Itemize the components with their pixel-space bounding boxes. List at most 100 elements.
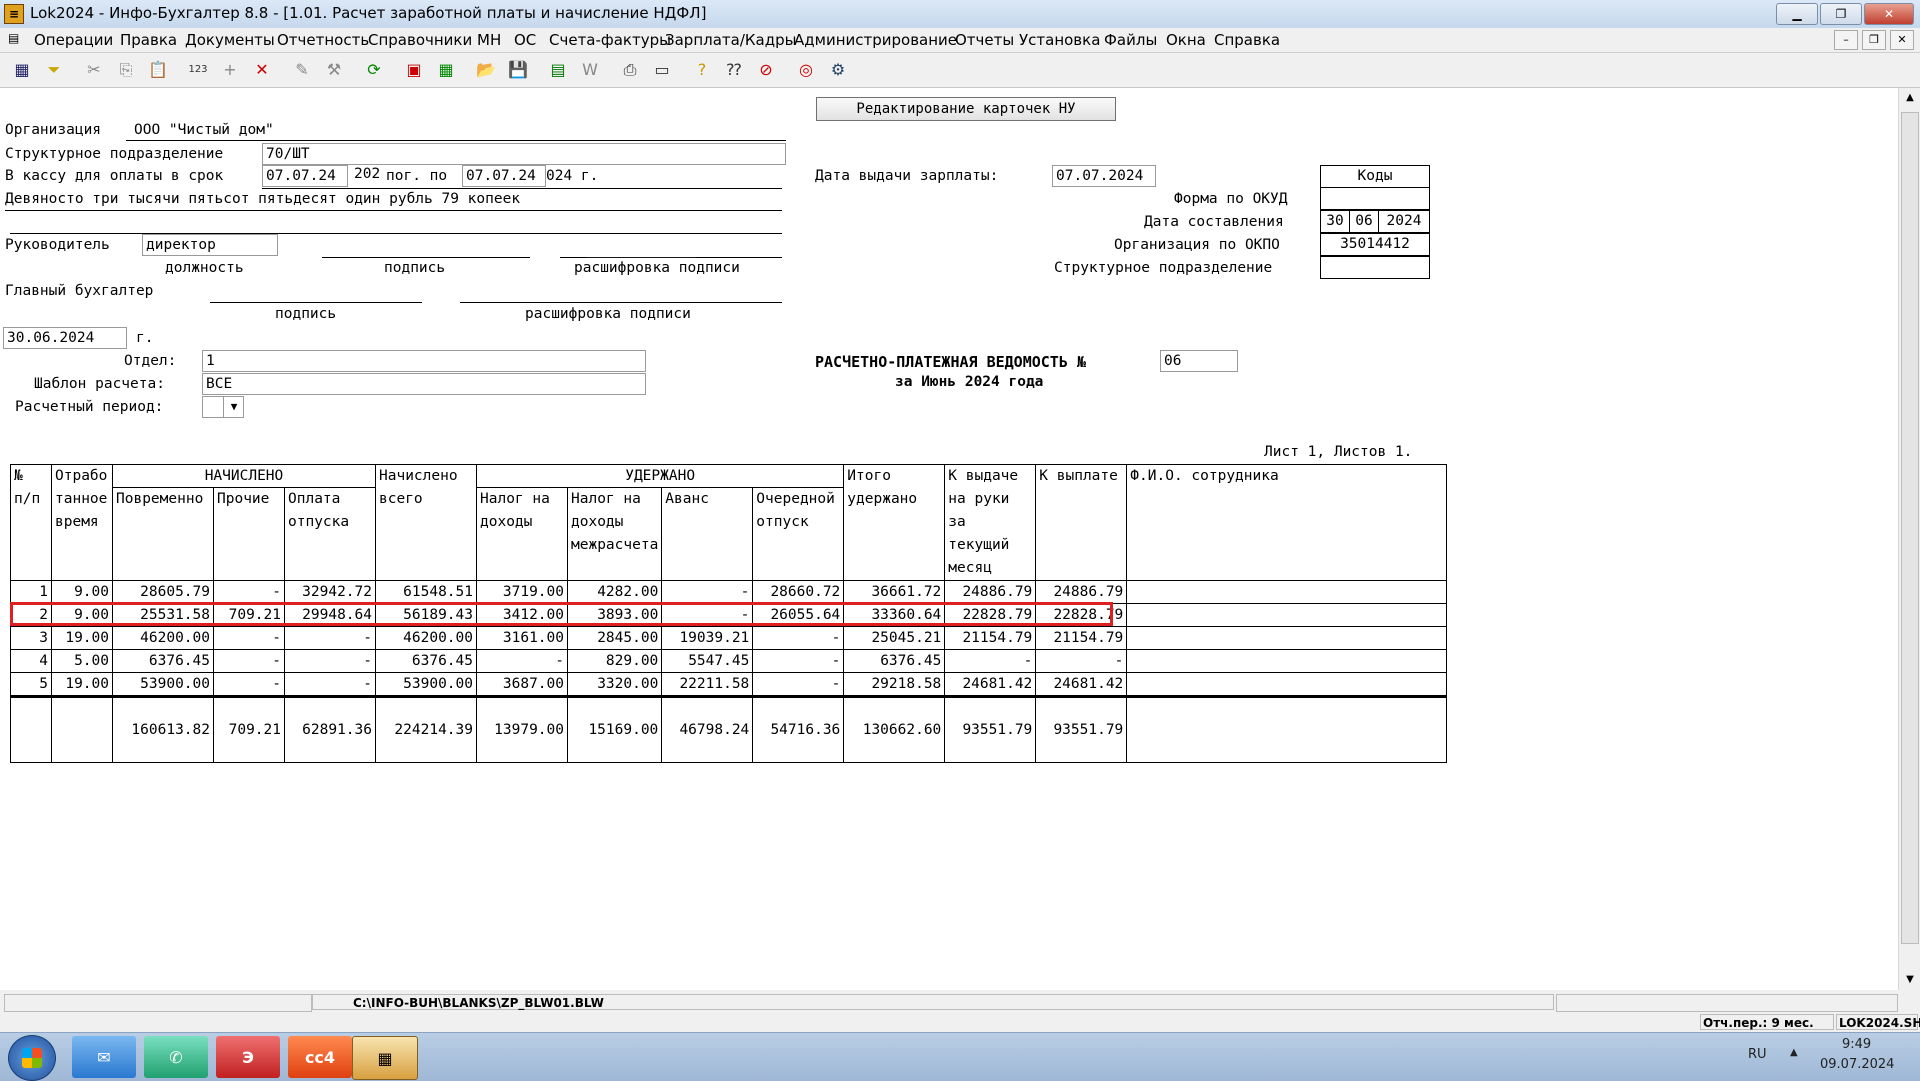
header-next-vacation: Очередной отпуск: [752, 487, 845, 581]
okpo-value: 35014412: [1320, 233, 1430, 256]
mdi-close-button[interactable]: ✕: [1890, 30, 1914, 50]
table-row[interactable]: 1 9.00 28605.79-32942.72 61548.51 3719.00 428…: [10, 580, 1448, 604]
cell-income-tax: 3687.00: [476, 672, 568, 697]
filter-icon[interactable]: ⏷: [42, 58, 66, 82]
scroll-thumb[interactable]: [1901, 112, 1919, 944]
mdi-minimize-button[interactable]: –: [1834, 30, 1858, 50]
menu-reports[interactable]: Отчеты: [955, 31, 1014, 49]
refresh-icon[interactable]: ⟳: [362, 58, 386, 82]
edit-nu-cards-button[interactable]: Редактирование карточек НУ: [816, 97, 1116, 121]
settings-globe-icon[interactable]: ⚙: [826, 58, 850, 82]
doc-date-input[interactable]: 30.06.2024: [3, 327, 127, 349]
table-row[interactable]: 4 5.00 6376.45- -6376.45-829.00 5547.45-6376…: [10, 649, 1448, 673]
window-controls: ▁ ❐ ✕: [1776, 3, 1914, 25]
menu-documents[interactable]: Документы: [185, 31, 275, 49]
vertical-scrollbar[interactable]: ▲ ▼: [1898, 88, 1920, 990]
header-income-tax-inter: Налог на доходы межрасчета: [566, 487, 663, 581]
cc4-app-icon[interactable]: cc4: [288, 1036, 352, 1078]
otdel-label: Отдел:: [124, 353, 177, 369]
copy-icon[interactable]: ⎘: [114, 58, 138, 82]
calculator-toolbar-icon[interactable]: ▦: [434, 58, 458, 82]
otdel-input[interactable]: 1: [202, 350, 646, 372]
highlight-box: [10, 602, 1113, 626]
open-folder-icon[interactable]: 📂: [474, 58, 498, 82]
add-icon[interactable]: +: [218, 58, 242, 82]
edit-icon[interactable]: ✎: [290, 58, 314, 82]
menu-edit[interactable]: Правка: [120, 31, 177, 49]
tools-icon[interactable]: ⚒: [322, 58, 346, 82]
close-button[interactable]: ✕: [1864, 3, 1914, 25]
system-menu-icon[interactable]: ▤: [8, 31, 19, 45]
info-buh-app-icon[interactable]: ▦: [352, 1036, 418, 1080]
messenger-icon[interactable]: ✉: [72, 1036, 136, 1078]
cell-other: -: [213, 649, 285, 673]
cell-to-pay-month: 24681.42: [944, 672, 1037, 697]
paste-icon[interactable]: 📋: [146, 58, 170, 82]
chat-app-icon[interactable]: ✆: [144, 1036, 208, 1078]
menu-os[interactable]: ОС: [514, 31, 536, 49]
table-row[interactable]: 3 19.00 46200.00- -46200.00 3161.00 2845.00 19…: [10, 626, 1448, 650]
language-indicator[interactable]: RU: [1748, 1047, 1767, 1062]
total-time-based: 160613.82: [112, 696, 214, 763]
menu-invoices[interactable]: Счета-фактуры: [549, 31, 671, 49]
status-file-path: C:\INFO-BUH\BLANKS\ZP_BLW01.BLW: [312, 994, 1554, 1010]
dropdown-arrow-icon[interactable]: ▼: [223, 397, 243, 417]
dept-input[interactable]: 70/ШТ: [262, 143, 786, 165]
cell-other: -: [213, 626, 285, 650]
compile-date-year: 2024: [1378, 210, 1430, 233]
head-position-input[interactable]: директор: [142, 234, 278, 256]
statement-number-input[interactable]: 06: [1160, 350, 1238, 372]
totals-name: [1126, 696, 1448, 763]
lifebuoy-icon[interactable]: ◎: [794, 58, 818, 82]
scroll-up-icon[interactable]: ▲: [1903, 92, 1917, 103]
clock-date[interactable]: 09.07.2024: [1820, 1057, 1894, 1072]
cell-advance: 22211.58: [661, 672, 754, 697]
menu-mn[interactable]: МН: [477, 31, 501, 49]
menu-windows[interactable]: Окна: [1166, 31, 1206, 49]
minimize-button[interactable]: ▁: [1776, 3, 1818, 25]
cell-to-pay: -: [1035, 649, 1128, 673]
cell-other: -: [213, 580, 285, 604]
calculator-icon[interactable]: ≡: [4, 4, 24, 24]
help-icon[interactable]: ?: [690, 58, 714, 82]
okpo-label: Организация по ОКПО: [1114, 237, 1280, 253]
menu-operations[interactable]: Операции: [34, 31, 113, 49]
cell-to-pay-month: -: [944, 649, 1037, 673]
calendar-icon[interactable]: ▣: [402, 58, 426, 82]
clock-time[interactable]: 9:49: [1842, 1037, 1871, 1052]
pay-date-label: Дата выдачи зарплаты:: [815, 168, 999, 184]
pay-date-input[interactable]: 07.07.2024: [1052, 165, 1156, 187]
menu-help[interactable]: Справка: [1214, 31, 1280, 49]
maximize-button[interactable]: ❐: [1820, 3, 1862, 25]
menu-files[interactable]: Файлы: [1104, 31, 1157, 49]
save-icon[interactable]: 💾: [506, 58, 530, 82]
menu-settings[interactable]: Установка: [1019, 31, 1100, 49]
menu-administration[interactable]: Администрирование: [794, 31, 957, 49]
struct-value: [1320, 256, 1430, 279]
print-icon[interactable]: ⎙: [618, 58, 642, 82]
cash-to-input[interactable]: 07.07.24: [462, 165, 546, 187]
word-icon[interactable]: W: [578, 58, 602, 82]
template-input[interactable]: ВСЕ: [202, 373, 646, 395]
doc-date-suffix: г.: [136, 330, 154, 346]
mdi-restore-button[interactable]: ❐: [1862, 30, 1886, 50]
accounting-app-icon[interactable]: Э: [216, 1036, 280, 1078]
table-row[interactable]: 5 19.00 53900.00- -53900.00 3687.00 3320.00 22…: [10, 672, 1448, 697]
tray-expand-icon[interactable]: ▲: [1790, 1047, 1798, 1058]
total-to-pay: 93551.79: [1035, 696, 1128, 763]
cut-icon[interactable]: ✂: [82, 58, 106, 82]
numbering-icon[interactable]: 123: [186, 58, 210, 82]
menu-reporting[interactable]: Отчетность: [277, 31, 369, 49]
preview-icon[interactable]: ▭: [650, 58, 674, 82]
cash-from-input[interactable]: 07.07.24: [262, 165, 348, 187]
compass-icon[interactable]: ⊘: [754, 58, 778, 82]
excel-icon[interactable]: ▤: [546, 58, 570, 82]
scroll-down-icon[interactable]: ▼: [1903, 974, 1917, 985]
period-select[interactable]: ▼: [202, 396, 244, 418]
menu-salary-hr[interactable]: Зарплата/Кадры: [665, 31, 796, 49]
start-button[interactable]: [8, 1035, 56, 1081]
delete-icon[interactable]: ✕: [250, 58, 274, 82]
context-help-icon[interactable]: ⁇: [722, 58, 746, 82]
grid-view-icon[interactable]: ▦: [10, 58, 34, 82]
menu-references[interactable]: Справочники: [368, 31, 472, 49]
